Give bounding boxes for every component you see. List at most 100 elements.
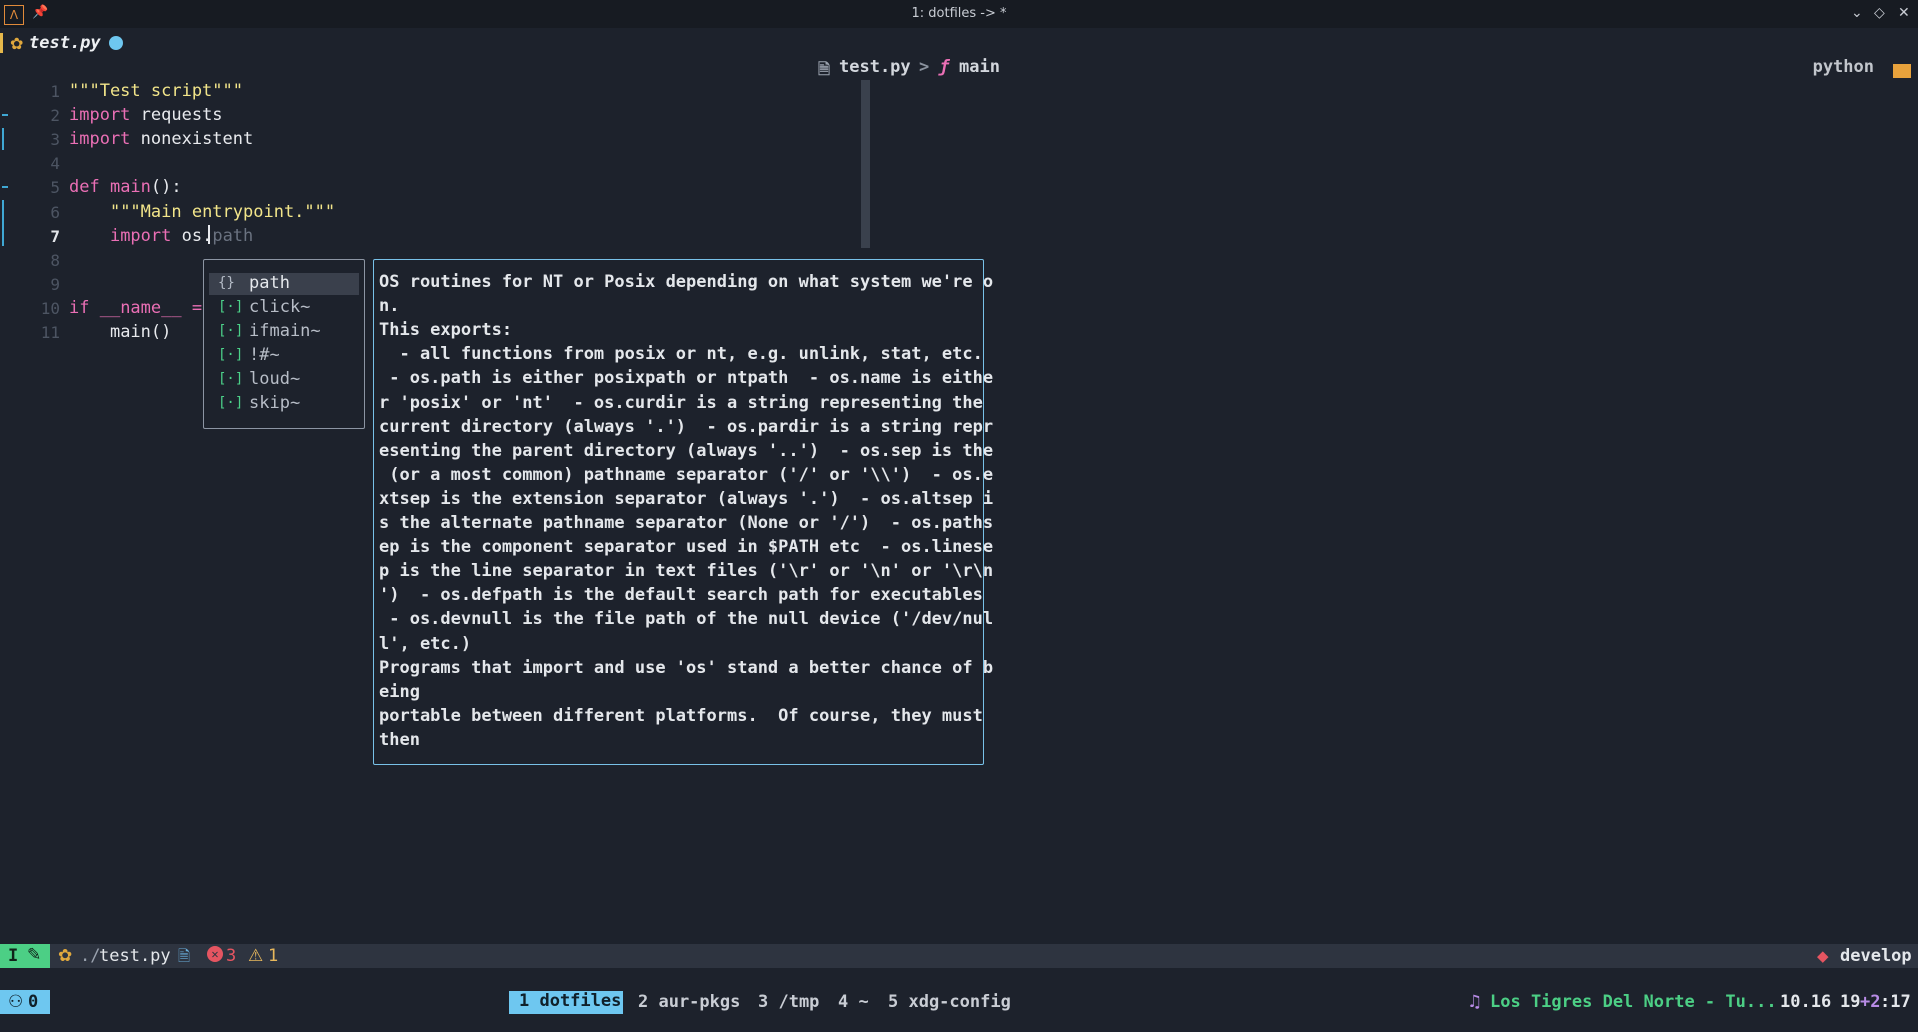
breadcrumb-symbol[interactable]: main xyxy=(959,57,1000,77)
code-token: def xyxy=(69,177,100,197)
completion-label: !#~ xyxy=(249,345,280,365)
doc-line: (or a most common) pathname separator ('… xyxy=(379,464,994,485)
doc-line: r 'posix' or 'nt' - os.curdir is a strin… xyxy=(379,392,983,413)
code-token: = xyxy=(181,298,203,318)
code-line[interactable]: main() xyxy=(69,322,171,342)
git-branch-icon: ◆ xyxy=(1817,947,1829,965)
mode-indicator: I ✎ xyxy=(0,944,50,968)
error-count[interactable]: 3 xyxy=(226,946,236,966)
active-tab-indicator xyxy=(0,33,3,53)
pencil-icon: ✎ xyxy=(27,945,42,965)
completion-label: click~ xyxy=(249,297,311,317)
window-titlebar: Λ 📌 1: dotfiles -> * ⌄ ◇ ✕ xyxy=(0,0,1918,28)
code-line[interactable]: """Test script""" xyxy=(69,81,243,101)
maximize-diamond-icon[interactable]: ◇ xyxy=(1874,5,1885,21)
code-token: () xyxy=(150,322,172,342)
session-icon: ⚇ xyxy=(8,992,24,1012)
code-token: os. xyxy=(171,226,213,246)
breadcrumb-file[interactable]: test.py xyxy=(839,57,911,77)
completion-item[interactable]: [·] loud~ xyxy=(209,369,359,391)
doc-line: current directory (always '.') - os.pard… xyxy=(379,416,994,437)
statusline: I ✎ ✿ ./ test.py 🗎 ✕ 3 ⚠ 1 ◆ develop xyxy=(0,944,1918,968)
code-token: main xyxy=(99,177,151,197)
tmux-window-tab[interactable]: 5 xdg-config xyxy=(888,992,1011,1012)
editor-scrollbar[interactable] xyxy=(861,80,870,248)
warning-icon: ⚠ xyxy=(248,946,264,966)
module-icon: {} xyxy=(218,275,235,291)
completion-item[interactable]: {} path xyxy=(209,273,359,295)
code-token: import xyxy=(69,129,131,149)
doc-line: - os.path is either posixpath or ntpath … xyxy=(379,368,994,389)
line-number: 5 xyxy=(50,178,60,197)
doc-line: esenting the parent directory (always '.… xyxy=(379,440,994,461)
snippet-icon: [·] xyxy=(218,323,244,339)
completion-item[interactable]: [·] !#~ xyxy=(209,345,359,367)
code-line[interactable]: import nonexistent xyxy=(69,129,253,149)
completion-item[interactable]: [·] ifmain~ xyxy=(209,321,359,343)
doc-line: xtsep is the extension separator (always… xyxy=(379,488,994,509)
code-line[interactable]: """Main entrypoint.""" xyxy=(69,202,335,222)
doc-line: This exports: xyxy=(379,320,513,341)
music-icon: ♫ xyxy=(1467,992,1483,1012)
tmux-window-tab[interactable]: 4 ~ xyxy=(838,992,869,1012)
time-hour: 19 xyxy=(1840,992,1861,1012)
line-number: 8 xyxy=(50,251,60,270)
line-number: 11 xyxy=(40,323,60,342)
function-icon: ƒ xyxy=(939,57,950,77)
snippet-icon: [·] xyxy=(218,395,244,411)
filetype-label: python xyxy=(1812,57,1874,77)
line-number: 6 xyxy=(50,203,60,222)
doc-line: then xyxy=(379,729,420,750)
minimize-chevron-icon[interactable]: ⌄ xyxy=(1851,5,1863,21)
completion-menu[interactable]: {} path [·] click~ [·] ifmain~ [·] !#~ [·] loud~[… xyxy=(203,259,365,429)
doc-line: ep is the component separator used in $P… xyxy=(379,537,994,558)
python-file-icon: ✿ xyxy=(10,34,24,53)
code-token: (): xyxy=(150,177,182,197)
doc-line: portable between different platforms. Of… xyxy=(379,705,983,726)
session-badge: ⚇ 0 xyxy=(0,990,50,1014)
doc-line: Programs that import and use 'os' stand … xyxy=(379,657,994,678)
line-number: 3 xyxy=(50,130,60,149)
code-line[interactable]: if __name__ = xyxy=(69,298,202,318)
close-icon[interactable]: ✕ xyxy=(1898,5,1910,21)
tmux-window-tab[interactable]: 3 /tmp xyxy=(758,992,819,1012)
snippet-icon: [·] xyxy=(218,299,244,315)
line-number: 9 xyxy=(50,275,60,294)
time-minute: :17 xyxy=(1880,992,1911,1012)
line-number: 7 xyxy=(50,227,60,246)
code-line[interactable]: import os.path xyxy=(69,226,253,246)
text-cursor xyxy=(208,225,210,244)
code-token: if xyxy=(69,298,90,318)
code-token: import xyxy=(109,226,172,246)
breadcrumb-separator: > xyxy=(919,57,930,77)
completion-label: skip~ xyxy=(249,393,301,413)
code-token: import xyxy=(69,105,131,125)
file-doc-icon: 🗎 xyxy=(818,60,831,78)
completion-label: loud~ xyxy=(249,369,301,389)
doc-line: p is the line separator in text files ('… xyxy=(379,561,994,582)
tmux-statusbar: ⚇ 0 1 dotfiles 2 aur-pkgs 3 /tmp 4 ~ 5 xdg-c… xyxy=(0,990,1918,1016)
doc-line: - os.devnull is the file path of the nul… xyxy=(379,609,994,630)
code-line[interactable]: import requests xyxy=(69,105,223,125)
warning-count[interactable]: 1 xyxy=(268,946,278,966)
doc-line: - all functions from posix or nt, e.g. u… xyxy=(379,344,983,365)
documentation-popup: OS routines for NT or Posix depending on… xyxy=(373,259,993,765)
code-line[interactable]: def main(): xyxy=(69,177,182,197)
completion-label: path xyxy=(249,273,290,293)
completion-item[interactable]: [·] click~ xyxy=(209,297,359,319)
tmux-window-tab[interactable]: 1 dotfiles xyxy=(509,991,624,1014)
completion-item[interactable]: [·] skip~ xyxy=(209,393,359,415)
file-path-prefix: ./ xyxy=(80,946,101,966)
line-number: 2 xyxy=(50,106,60,125)
doc-line: ') - os.defpath is the default search pa… xyxy=(379,585,983,606)
doc-line: l', etc.) xyxy=(379,633,472,654)
code-token: requests xyxy=(130,105,223,125)
tmux-window-tab[interactable]: 2 aur-pkgs xyxy=(638,992,740,1012)
snippet-icon: [·] xyxy=(218,347,244,363)
completion-label: ifmain~ xyxy=(249,321,321,341)
time-offset: +2 xyxy=(1860,992,1881,1012)
buffer-tab-filename[interactable]: test.py xyxy=(29,33,101,53)
file-path-name[interactable]: test.py xyxy=(99,946,171,966)
file-info-icon: 🗎 xyxy=(178,947,191,965)
